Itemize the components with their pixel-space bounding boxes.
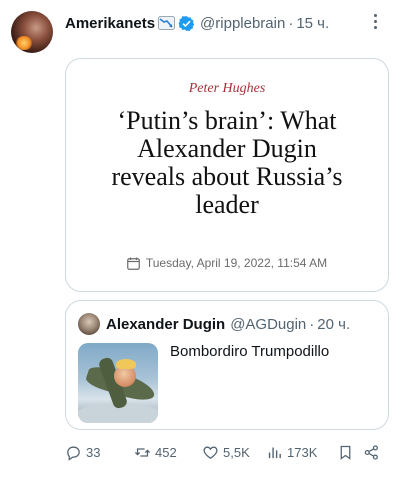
share-icon: [364, 445, 378, 460]
tweet-header: Amerikanets @ripplebrain · 15 ч.: [65, 13, 390, 33]
thumbnail-hair: [116, 359, 136, 369]
quoted-header-separator: ·: [309, 315, 315, 333]
article-title-line: leader: [195, 190, 259, 219]
avatar-fire-detail: [15, 36, 33, 50]
reply-button[interactable]: 33: [65, 444, 100, 461]
author-handle[interactable]: @ripplebrain: [200, 15, 285, 32]
tweet-action-bar: 33 452 5,5K 173K: [65, 444, 389, 466]
article-card[interactable]: Peter Hughes ‘Putin’s brain’: What Alexa…: [65, 58, 389, 292]
like-count: 5,5K: [223, 445, 250, 460]
views-chart-icon: [268, 447, 281, 459]
heart-icon: [203, 446, 218, 459]
article-title-line: Alexander Dugin: [137, 134, 317, 163]
bookmark-icon: [340, 445, 351, 460]
verified-badge-icon: [178, 15, 195, 31]
bookmark-button[interactable]: [337, 444, 354, 461]
quoted-tweet-timestamp[interactable]: 20 ч.: [317, 316, 350, 333]
author-display-name[interactable]: Amerikanets: [65, 15, 155, 32]
reply-count: 33: [86, 445, 101, 460]
quoted-author-handle[interactable]: @AGDugin: [230, 316, 306, 333]
repost-count: 452: [155, 445, 177, 460]
calendar-icon: [127, 257, 140, 270]
views-button[interactable]: 173K: [266, 444, 317, 461]
article-author: Peter Hughes: [188, 81, 266, 96]
header-separator: ·: [288, 14, 294, 32]
quoted-tweet-text: Bombordiro Trumpodillo: [170, 343, 330, 360]
article-title: ‘Putin’s brain’: What Alexander Dugin re…: [84, 107, 370, 219]
article-title-line: reveals about Russia’s: [111, 162, 343, 191]
views-count: 173K: [287, 445, 318, 460]
repost-icon: [134, 448, 151, 457]
article-date: Tuesday, April 19, 2022, 11:54 AM: [145, 256, 328, 270]
quoted-author-avatar[interactable]: [78, 313, 100, 335]
quoted-media-thumbnail[interactable]: [78, 343, 158, 423]
article-title-line: ‘Putin’s brain’: What: [117, 106, 337, 135]
reply-icon: [67, 446, 80, 461]
quoted-tweet-header: Alexander Dugin @AGDugin · 20 ч.: [106, 314, 380, 334]
quoted-tweet-card[interactable]: Alexander Dugin @AGDugin · 20 ч. Bombord…: [65, 300, 389, 430]
more-options-icon[interactable]: [374, 14, 378, 30]
quoted-author-name[interactable]: Alexander Dugin: [106, 316, 225, 333]
author-avatar[interactable]: [11, 11, 53, 53]
article-date-row: Tuesday, April 19, 2022, 11:54 AM: [66, 256, 388, 270]
tweet[interactable]: Amerikanets @ripplebrain · 15 ч. Peter H…: [0, 0, 400, 479]
share-button[interactable]: [363, 444, 380, 461]
repost-button[interactable]: 452: [134, 444, 177, 461]
tweet-timestamp[interactable]: 15 ч.: [296, 15, 329, 32]
chart-decreasing-emoji-icon: [158, 16, 176, 30]
like-button[interactable]: 5,5K: [202, 444, 250, 461]
